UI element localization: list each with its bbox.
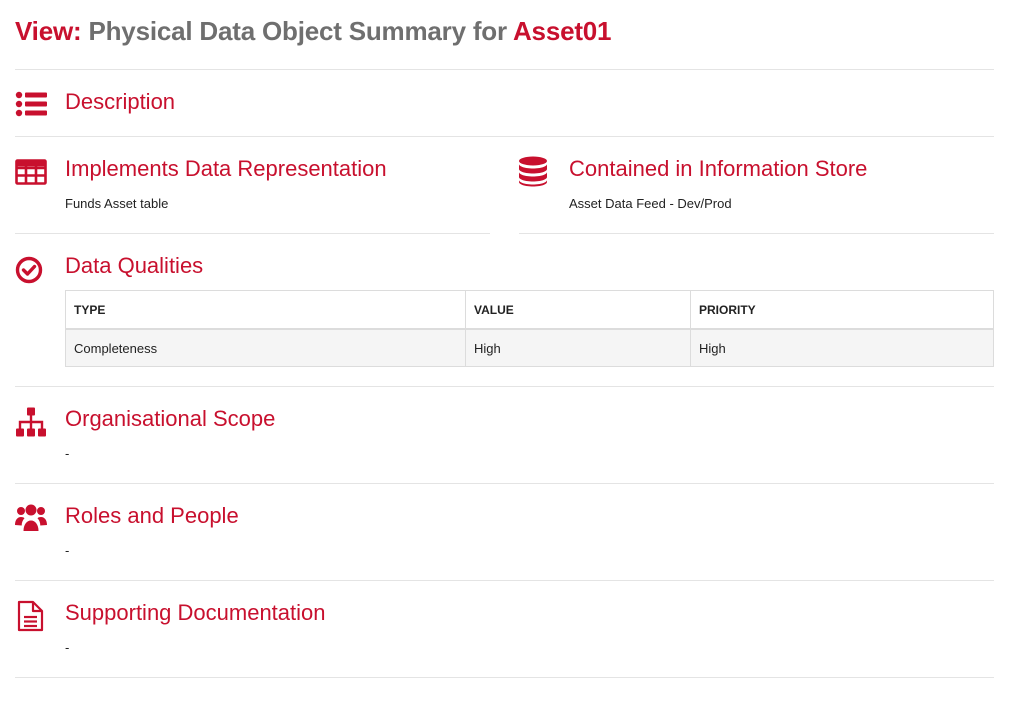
divider [15,580,994,581]
divider [15,483,994,484]
list-icon [15,88,47,120]
section-title-description: Description [65,89,176,114]
page-title-text: Physical Data Object Summary for [88,16,507,46]
table-icon [15,156,47,188]
column-header-type[interactable]: TYPE [65,290,466,330]
check-circle-icon [15,254,47,286]
divider [15,69,994,70]
view-prefix: View: [15,16,82,46]
divider [15,136,994,137]
section-title-roles: Roles and People [65,503,239,528]
entity-name: Asset01 [512,16,612,46]
divider [15,386,994,387]
section-title-qualities: Data Qualities [65,253,204,278]
divider [519,233,994,234]
divider [15,233,490,234]
section-title-contained: Contained in Information Store [569,156,868,181]
users-icon [15,502,47,534]
section-title-org-scope: Organisational Scope [65,406,276,431]
roles-value: - [65,543,70,558]
section-title-implements: Implements Data Representation [65,156,387,181]
cell-value: High [465,328,691,367]
column-header-priority[interactable]: PRIORITY [690,290,994,330]
page-title: View: Physical Data Object Summary for A… [15,16,612,47]
table-header-row: TYPE VALUE PRIORITY [65,290,994,330]
cell-type: Completeness [65,328,466,367]
table-row: Completeness High High [65,328,994,367]
org-scope-value: - [65,446,70,461]
cell-priority: High [690,328,994,367]
database-icon [517,155,549,187]
sitemap-icon [15,406,47,438]
section-title-docs: Supporting Documentation [65,600,326,625]
document-icon [15,600,47,632]
docs-value: - [65,640,70,655]
contained-value[interactable]: Asset Data Feed - Dev/Prod [569,196,732,211]
divider [15,677,994,678]
column-header-value[interactable]: VALUE [465,290,691,330]
implements-value[interactable]: Funds Asset table [65,196,168,211]
data-qualities-table: TYPE VALUE PRIORITY Completeness High Hi… [65,290,994,367]
